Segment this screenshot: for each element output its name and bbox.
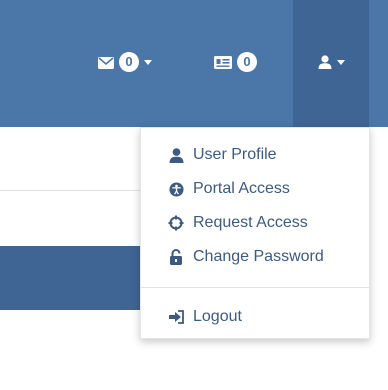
user-menu-toggle[interactable] [318, 50, 345, 74]
messages-dropdown-toggle[interactable]: 0 [98, 50, 152, 74]
navbar-edge [369, 0, 388, 127]
menu-item-label: Change Password [193, 248, 324, 265]
menu-item-logout[interactable]: Logout [167, 306, 242, 328]
page-divider [0, 190, 140, 191]
universal-access-icon [167, 180, 185, 198]
menu-item-portal-access[interactable]: Portal Access [167, 178, 290, 200]
menu-item-user-profile[interactable]: User Profile [167, 144, 277, 166]
menu-item-label: Portal Access [193, 180, 290, 197]
id-card-icon [214, 55, 232, 69]
cards-toggle[interactable]: 0 [214, 50, 257, 74]
menu-item-request-access[interactable]: Request Access [167, 212, 308, 234]
page-banner [0, 246, 140, 310]
user-dropdown-menu: User Profile Portal Access Request Acces… [140, 127, 370, 339]
chevron-down-icon [337, 59, 345, 65]
crosshairs-icon [167, 214, 185, 232]
cards-count-badge: 0 [237, 52, 257, 72]
chevron-down-icon [144, 59, 152, 65]
menu-item-label: Logout [193, 308, 242, 325]
user-icon [167, 146, 185, 164]
menu-item-label: Request Access [193, 214, 308, 231]
user-icon [318, 55, 332, 69]
menu-item-label: User Profile [193, 146, 277, 163]
menu-item-change-password[interactable]: Change Password [167, 246, 324, 268]
messages-count-badge: 0 [119, 52, 139, 72]
menu-divider [141, 287, 369, 288]
sign-out-icon [167, 308, 185, 326]
envelope-icon [98, 56, 114, 69]
unlock-icon [167, 248, 185, 266]
